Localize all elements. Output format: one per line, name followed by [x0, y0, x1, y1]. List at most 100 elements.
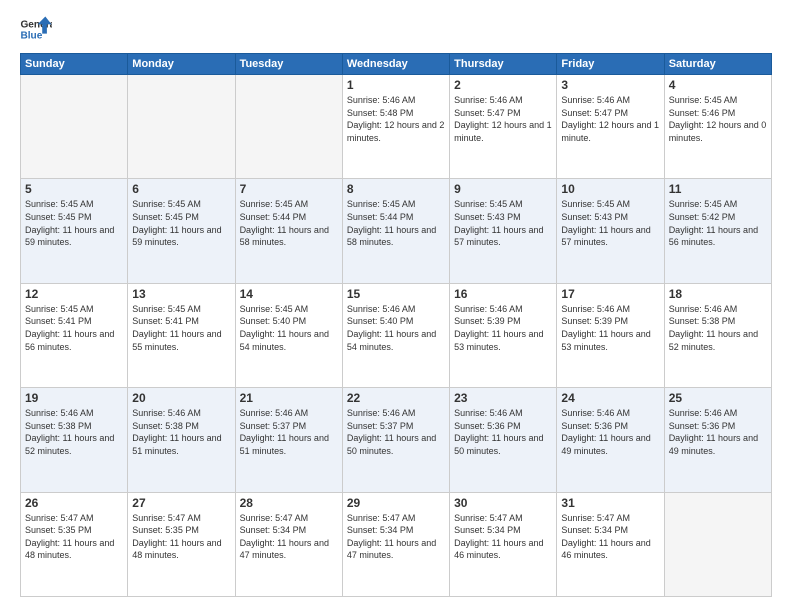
day-number: 18	[669, 287, 767, 301]
day-number: 17	[561, 287, 659, 301]
cell-info: Sunrise: 5:46 AM Sunset: 5:39 PM Dayligh…	[561, 303, 659, 353]
cell-info: Sunrise: 5:46 AM Sunset: 5:38 PM Dayligh…	[132, 407, 230, 457]
calendar-week-5: 26 Sunrise: 5:47 AM Sunset: 5:35 PM Dayli…	[21, 492, 772, 596]
cell-info: Sunrise: 5:45 AM Sunset: 5:42 PM Dayligh…	[669, 198, 767, 248]
day-number: 19	[25, 391, 123, 405]
calendar-cell: 2Sunrise: 5:46 AM Sunset: 5:47 PM Daylig…	[450, 75, 557, 179]
calendar-cell: 31 Sunrise: 5:47 AM Sunset: 5:34 PM Dayli…	[557, 492, 664, 596]
calendar-cell: 24 Sunrise: 5:46 AM Sunset: 5:36 PM Dayli…	[557, 388, 664, 492]
cell-info: Sunrise: 5:47 AM Sunset: 5:35 PM Dayligh…	[25, 512, 123, 562]
cell-info: Sunrise: 5:45 AM Sunset: 5:45 PM Dayligh…	[25, 198, 123, 248]
day-number: 8	[347, 182, 445, 196]
day-number: 25	[669, 391, 767, 405]
day-number: 24	[561, 391, 659, 405]
day-number: 10	[561, 182, 659, 196]
cell-info: Sunrise: 5:46 AM Sunset: 5:48 PM Dayligh…	[347, 94, 445, 144]
day-number: 6	[132, 182, 230, 196]
day-number: 13	[132, 287, 230, 301]
calendar-cell	[664, 492, 771, 596]
cell-info: Sunrise: 5:45 AM Sunset: 5:44 PM Dayligh…	[347, 198, 445, 248]
calendar-week-1: 1 Sunrise: 5:46 AM Sunset: 5:48 PM Daylig…	[21, 75, 772, 179]
day-number: 26	[25, 496, 123, 510]
day-number: 12	[25, 287, 123, 301]
calendar-cell	[21, 75, 128, 179]
day-number: 1	[347, 78, 445, 92]
svg-text:Blue: Blue	[20, 30, 42, 41]
day-number: 30	[454, 496, 552, 510]
cell-info: Sunrise: 5:45 AM Sunset: 5:43 PM Dayligh…	[454, 198, 552, 248]
day-number: 28	[240, 496, 338, 510]
cell-info: Sunrise: 5:45 AM Sunset: 5:41 PM Dayligh…	[132, 303, 230, 353]
day-number: 3	[561, 78, 659, 92]
calendar-cell	[128, 75, 235, 179]
day-number: 16	[454, 287, 552, 301]
day-number: 29	[347, 496, 445, 510]
day-header-tuesday: Tuesday	[235, 54, 342, 75]
day-number: 27	[132, 496, 230, 510]
calendar-cell: 5 Sunrise: 5:45 AM Sunset: 5:45 PM Daylig…	[21, 179, 128, 283]
day-number: 22	[347, 391, 445, 405]
day-number: 11	[669, 182, 767, 196]
day-number: 9	[454, 182, 552, 196]
calendar-cell: 25Sunrise: 5:46 AM Sunset: 5:36 PM Dayli…	[664, 388, 771, 492]
calendar-cell: 28 Sunrise: 5:47 AM Sunset: 5:34 PM Dayli…	[235, 492, 342, 596]
day-header-saturday: Saturday	[664, 54, 771, 75]
page: General Blue SundayMondayTuesdayWednesda…	[0, 0, 792, 612]
calendar-week-4: 19 Sunrise: 5:46 AM Sunset: 5:38 PM Dayli…	[21, 388, 772, 492]
calendar-cell: 12Sunrise: 5:45 AM Sunset: 5:41 PM Dayli…	[21, 283, 128, 387]
cell-info: Sunrise: 5:46 AM Sunset: 5:40 PM Dayligh…	[347, 303, 445, 353]
calendar-cell: 4 Sunrise: 5:45 AM Sunset: 5:46 PM Daylig…	[664, 75, 771, 179]
header: General Blue	[20, 15, 772, 43]
cell-info: Sunrise: 5:45 AM Sunset: 5:44 PM Dayligh…	[240, 198, 338, 248]
calendar-cell: 15Sunrise: 5:46 AM Sunset: 5:40 PM Dayli…	[342, 283, 449, 387]
day-header-sunday: Sunday	[21, 54, 128, 75]
cell-info: Sunrise: 5:47 AM Sunset: 5:34 PM Dayligh…	[347, 512, 445, 562]
cell-info: Sunrise: 5:46 AM Sunset: 5:38 PM Dayligh…	[669, 303, 767, 353]
calendar-cell: 14Sunrise: 5:45 AM Sunset: 5:40 PM Dayli…	[235, 283, 342, 387]
calendar-cell: 10 Sunrise: 5:45 AM Sunset: 5:43 PM Dayli…	[557, 179, 664, 283]
calendar-cell: 27 Sunrise: 5:47 AM Sunset: 5:35 PM Dayli…	[128, 492, 235, 596]
day-header-monday: Monday	[128, 54, 235, 75]
cell-info: Sunrise: 5:47 AM Sunset: 5:34 PM Dayligh…	[561, 512, 659, 562]
calendar-cell: 20 Sunrise: 5:46 AM Sunset: 5:38 PM Dayli…	[128, 388, 235, 492]
calendar-header-row: SundayMondayTuesdayWednesdayThursdayFrid…	[21, 54, 772, 75]
calendar-cell: 11 Sunrise: 5:45 AM Sunset: 5:42 PM Dayli…	[664, 179, 771, 283]
day-header-wednesday: Wednesday	[342, 54, 449, 75]
calendar-cell: 13 Sunrise: 5:45 AM Sunset: 5:41 PM Dayli…	[128, 283, 235, 387]
calendar-cell: 9 Sunrise: 5:45 AM Sunset: 5:43 PM Daylig…	[450, 179, 557, 283]
calendar-cell: 3Sunrise: 5:46 AM Sunset: 5:47 PM Daylig…	[557, 75, 664, 179]
day-number: 2	[454, 78, 552, 92]
calendar-cell: 30 Sunrise: 5:47 AM Sunset: 5:34 PM Dayli…	[450, 492, 557, 596]
calendar-cell: 23 Sunrise: 5:46 AM Sunset: 5:36 PM Dayli…	[450, 388, 557, 492]
calendar-week-3: 12 Sunrise: 5:45 AM Sunset: 5:41 PM Dayli…	[21, 283, 772, 387]
cell-info: Sunrise: 5:46 AM Sunset: 5:36 PM Dayligh…	[454, 407, 552, 457]
cell-info: Sunrise: 5:46 AM Sunset: 5:36 PM Dayligh…	[561, 407, 659, 457]
day-number: 4	[669, 78, 767, 92]
calendar-cell: 29 Sunrise: 5:47 AM Sunset: 5:34 PM Dayli…	[342, 492, 449, 596]
day-header-friday: Friday	[557, 54, 664, 75]
calendar-cell: 18 Sunrise: 5:46 AM Sunset: 5:38 PM Dayli…	[664, 283, 771, 387]
day-number: 5	[25, 182, 123, 196]
calendar-cell: 1 Sunrise: 5:46 AM Sunset: 5:48 PM Daylig…	[342, 75, 449, 179]
day-number: 7	[240, 182, 338, 196]
cell-info: Sunrise: 5:47 AM Sunset: 5:34 PM Dayligh…	[240, 512, 338, 562]
day-header-thursday: Thursday	[450, 54, 557, 75]
cell-info: Sunrise: 5:45 AM Sunset: 5:45 PM Dayligh…	[132, 198, 230, 248]
cell-info: Sunrise: 5:45 AM Sunset: 5:43 PM Dayligh…	[561, 198, 659, 248]
calendar-cell: 26 Sunrise: 5:47 AM Sunset: 5:35 PM Dayli…	[21, 492, 128, 596]
cell-info: Sunrise: 5:47 AM Sunset: 5:35 PM Dayligh…	[132, 512, 230, 562]
calendar-cell: 6 Sunrise: 5:45 AM Sunset: 5:45 PM Daylig…	[128, 179, 235, 283]
day-number: 20	[132, 391, 230, 405]
calendar-table: SundayMondayTuesdayWednesdayThursdayFrid…	[20, 53, 772, 597]
day-number: 31	[561, 496, 659, 510]
calendar-cell: 17 Sunrise: 5:46 AM Sunset: 5:39 PM Dayli…	[557, 283, 664, 387]
logo: General Blue	[20, 15, 52, 43]
cell-info: Sunrise: 5:46 AM Sunset: 5:38 PM Dayligh…	[25, 407, 123, 457]
cell-info: Sunrise: 5:46 AM Sunset: 5:37 PM Dayligh…	[240, 407, 338, 457]
cell-info: Sunrise: 5:45 AM Sunset: 5:46 PM Dayligh…	[669, 94, 767, 144]
day-number: 14	[240, 287, 338, 301]
calendar-cell	[235, 75, 342, 179]
cell-info: Sunrise: 5:46 AM Sunset: 5:37 PM Dayligh…	[347, 407, 445, 457]
cell-info: Sunrise: 5:47 AM Sunset: 5:34 PM Dayligh…	[454, 512, 552, 562]
day-number: 23	[454, 391, 552, 405]
